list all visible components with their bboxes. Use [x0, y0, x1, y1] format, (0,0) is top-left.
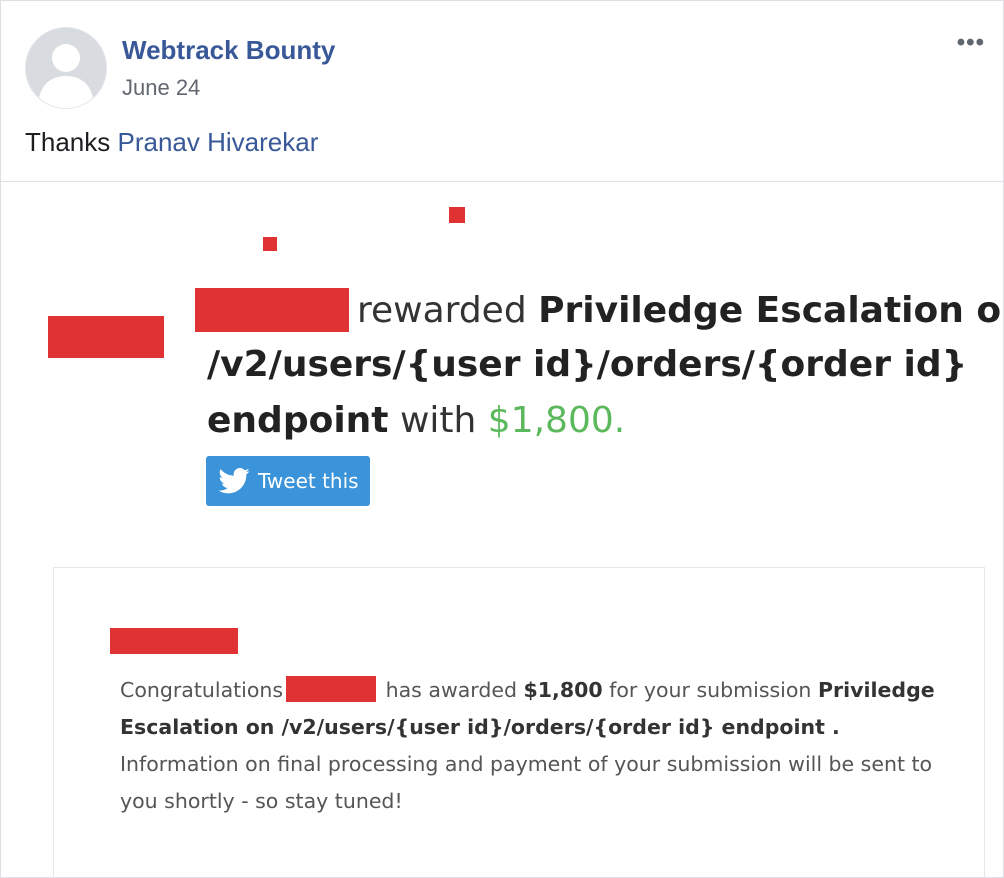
more-options-icon[interactable]: ••• — [957, 29, 985, 57]
for-submission-text: for your submission — [609, 678, 812, 702]
title-line-1: Priviledge Escalation on — [538, 290, 1003, 331]
post-photo[interactable]: rewarded Priviledge Escalation on /v2/us… — [1, 182, 1003, 877]
post-message: Thanks Pranav Hivarekar — [25, 127, 318, 158]
redaction-name — [195, 288, 349, 332]
rewarded-text: rewarded — [357, 290, 527, 331]
reward-line-2: /v2/users/{user id}/orders/{order id} — [207, 344, 967, 385]
info-text: Information on final processing and paym… — [120, 752, 933, 813]
award-card: Congratulations has awarded $1,800 for y… — [53, 567, 985, 877]
author-name[interactable]: Webtrack Bounty — [122, 35, 335, 66]
default-avatar-icon — [26, 28, 106, 108]
tweet-label: Tweet this — [258, 469, 359, 493]
message-text: Thanks — [25, 127, 111, 157]
has-awarded-text: has awarded — [385, 678, 517, 702]
mention-link[interactable]: Pranav Hivarekar — [118, 127, 319, 157]
card-amount: $1,800 — [523, 678, 603, 702]
title-line-3: endpoint — [207, 400, 389, 441]
reward-amount: $1,800. — [487, 400, 626, 441]
redaction-mark — [449, 207, 465, 223]
facebook-post: Webtrack Bounty June 24 ••• Thanks Prana… — [0, 0, 1004, 878]
twitter-bird-icon — [218, 468, 250, 494]
redaction-card-header — [110, 628, 238, 654]
redacted-gap — [283, 680, 379, 702]
reward-line-1: rewarded Priviledge Escalation on — [357, 290, 1003, 331]
congrats-text: Congratulations — [120, 678, 284, 702]
tweet-button[interactable]: Tweet this — [206, 456, 370, 506]
with-text: with — [399, 400, 477, 441]
reward-line-3: endpoint with $1,800. — [207, 400, 625, 441]
redaction-mark — [263, 237, 277, 251]
author-avatar[interactable] — [25, 27, 107, 109]
redaction-logo — [48, 316, 164, 358]
post-date[interactable]: June 24 — [122, 75, 200, 101]
award-card-text: Congratulations has awarded $1,800 for y… — [120, 672, 940, 820]
title-line-2: /v2/users/{user id}/orders/{order id} — [207, 344, 968, 385]
